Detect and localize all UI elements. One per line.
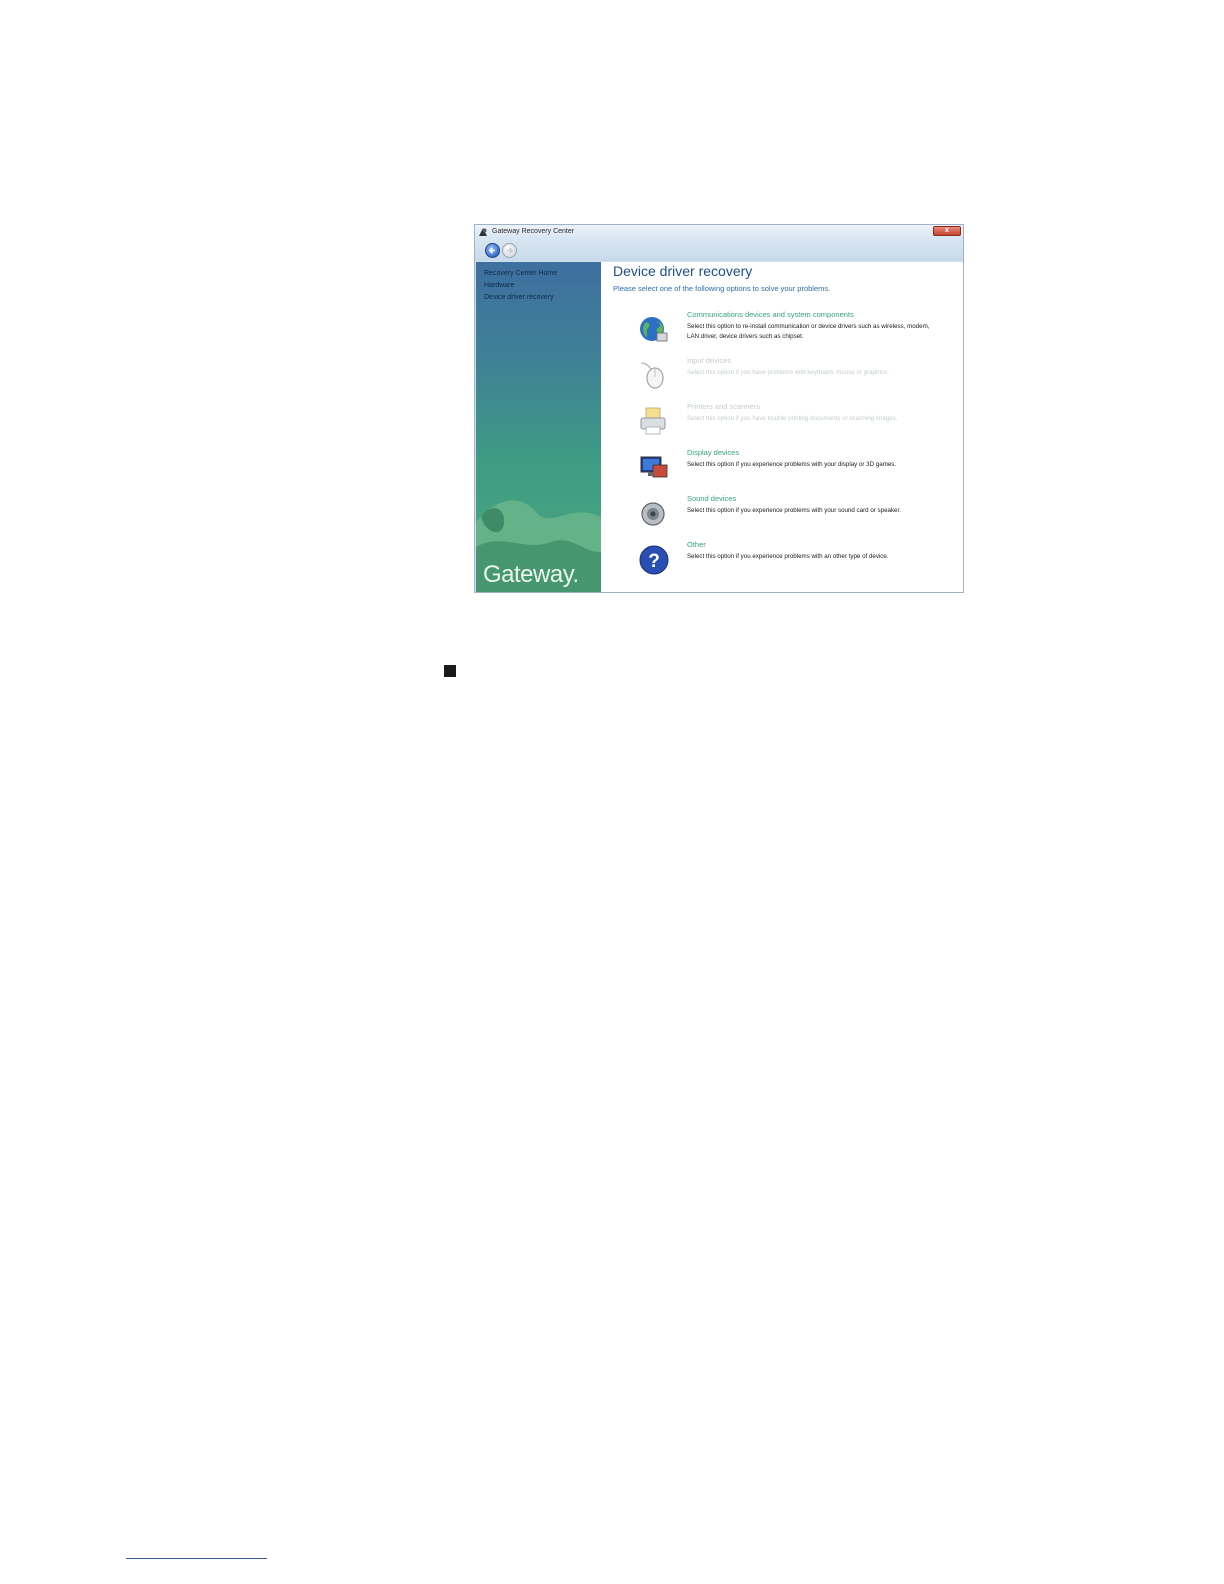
option-description: Select this option to re-install communi… [687, 323, 930, 340]
page-subtitle: Please select one of the following optio… [613, 284, 831, 293]
end-of-section-marker [444, 665, 456, 677]
sidebar-item-hardware[interactable]: Hardware [484, 280, 557, 292]
sidebar: Recovery Center Home Hardware Device dri… [476, 262, 601, 592]
option-title: Input devices [687, 356, 732, 365]
back-arrow-icon [488, 247, 495, 254]
option-input-devices: Input devices Select this option if you … [637, 356, 947, 398]
sidebar-item-device-driver-recovery[interactable]: Device driver recovery [484, 292, 557, 304]
forward-arrow-icon [507, 247, 514, 254]
mouse-icon [640, 362, 664, 389]
window-title: Gateway Recovery Center [492, 228, 575, 235]
option-communications-devices[interactable]: Communications devices and system compon… [637, 310, 947, 352]
option-sound-devices[interactable]: Sound devices Select this option if you … [637, 494, 947, 536]
main-panel: Device driver recovery Please select one… [601, 262, 963, 592]
svg-text:?: ? [648, 551, 660, 572]
back-button[interactable] [485, 243, 500, 258]
close-icon: x [945, 227, 949, 234]
printer-icon [640, 407, 666, 435]
recovery-center-window: Gateway Recovery Center x Recovery Cente… [474, 224, 964, 593]
footer-rule [126, 1558, 267, 1559]
option-title: Printers and scanners [687, 402, 760, 411]
option-description: Select this option if you have trouble p… [687, 415, 898, 422]
option-display-devices[interactable]: Display devices Select this option if yo… [637, 448, 947, 490]
option-description: Select this option if you have problems … [687, 369, 889, 376]
navigation-bar [475, 239, 963, 261]
title-bar: Gateway Recovery Center x [475, 225, 963, 239]
question-icon: ? [639, 545, 669, 575]
display-icon [640, 456, 668, 478]
option-description: Select this option if you experience pro… [687, 553, 889, 560]
option-printers-scanners: Printers and scanners Select this option… [637, 402, 947, 444]
gateway-brand-logo: Gateway. [483, 561, 579, 588]
close-button[interactable]: x [933, 226, 961, 236]
gateway-logo-icon [479, 228, 487, 236]
option-title[interactable]: Sound devices [687, 494, 736, 503]
forward-button[interactable] [502, 243, 517, 258]
option-other[interactable]: ? Other Select this option if you experi… [637, 540, 947, 582]
sidebar-item-recovery-center-home[interactable]: Recovery Center Home [484, 268, 557, 280]
speaker-icon [641, 502, 665, 526]
sidebar-links: Recovery Center Home Hardware Device dri… [484, 268, 557, 304]
option-title[interactable]: Other [687, 540, 706, 549]
globe-network-icon [640, 317, 668, 342]
option-title[interactable]: Communications devices and system compon… [687, 310, 854, 319]
page-title: Device driver recovery [613, 263, 753, 279]
sidebar-wave-art [476, 500, 601, 592]
option-description: Select this option if you experience pro… [687, 461, 897, 468]
option-description: Select this option if you experience pro… [687, 507, 901, 514]
option-title[interactable]: Display devices [687, 448, 739, 457]
